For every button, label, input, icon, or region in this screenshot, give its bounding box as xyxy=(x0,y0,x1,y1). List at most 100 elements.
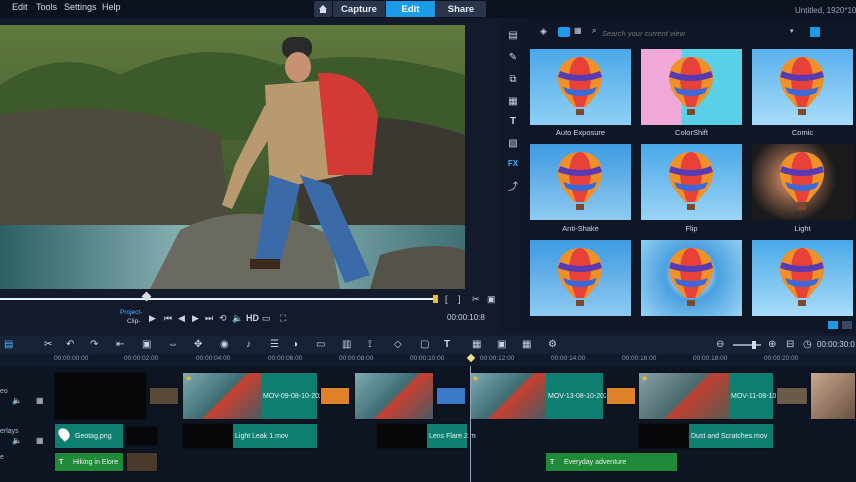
graphics-icon[interactable]: ▦ xyxy=(506,94,520,108)
timeline-ruler[interactable]: 00:00:00:00 00:00:02:00 00:00:04:00 00:0… xyxy=(0,353,856,366)
overlay-grid-icon[interactable]: ▦ xyxy=(36,436,44,445)
zoom-slider-thumb[interactable] xyxy=(752,341,756,349)
blend-icon[interactable]: ◑ xyxy=(292,339,298,350)
transition-clip[interactable] xyxy=(776,387,808,405)
fx-icon[interactable]: FX xyxy=(506,156,520,170)
menu-settings[interactable]: Settings xyxy=(64,2,97,12)
overlay-clip[interactable]: Lens Flare 2.m xyxy=(376,423,476,449)
library-panel-icon[interactable] xyxy=(828,321,838,329)
track-icon[interactable]: ▢ xyxy=(420,339,429,350)
overlay-clip[interactable]: Dust and Scratches.mov xyxy=(638,423,774,449)
overlay-audio-icon[interactable]: 🔈 xyxy=(12,436,22,445)
effect-thumbnail[interactable] xyxy=(752,240,853,316)
next-frame-icon[interactable]: ▶ xyxy=(192,313,199,324)
tools-icon[interactable]: ✂ xyxy=(44,339,52,350)
video-clip[interactable] xyxy=(354,372,434,420)
zoom-out-icon[interactable]: ⊖ xyxy=(716,339,724,350)
effect-thumbnail[interactable] xyxy=(641,49,742,125)
track-audio-icon[interactable]: 🔈 xyxy=(12,396,22,405)
multicam-icon[interactable]: ▥ xyxy=(342,339,351,350)
subtitle-icon[interactable]: ▭ xyxy=(316,339,325,350)
overlay-clip[interactable]: Light Leak 1.mov xyxy=(182,423,318,449)
transition-icon[interactable]: ⧉ xyxy=(506,72,520,86)
menu-edit[interactable]: Edit xyxy=(12,2,28,12)
trim-marker[interactable] xyxy=(433,295,438,303)
menu-tools[interactable]: Tools xyxy=(36,2,57,12)
transition-clip[interactable] xyxy=(436,387,466,405)
effect-thumbnail[interactable] xyxy=(641,144,742,220)
overlay-clip[interactable]: Geotag.png xyxy=(54,423,124,449)
library-search-input[interactable] xyxy=(602,26,798,40)
fullscreen-icon[interactable]: ⛶ xyxy=(280,313,286,324)
effect-thumbnail[interactable] xyxy=(641,240,742,316)
tab-edit[interactable]: Edit xyxy=(386,1,435,17)
mark-in-icon[interactable]: [ xyxy=(445,294,448,304)
prev-frame-icon[interactable]: ◀ xyxy=(178,313,185,324)
timeline-view-icon[interactable]: ▤ xyxy=(4,339,13,350)
view-toggle-icon[interactable] xyxy=(558,27,570,37)
mask-icon[interactable]: ◇ xyxy=(394,339,402,350)
tab-share[interactable]: Share xyxy=(436,1,486,17)
filter-icon[interactable]: ▧ xyxy=(506,136,520,150)
overlay-clip-black[interactable] xyxy=(126,426,158,446)
audio-icon[interactable]: ♪ xyxy=(246,339,251,350)
title-clip[interactable]: T Hiking in Elore xyxy=(54,452,124,472)
crop-icon[interactable]: ▣ xyxy=(142,339,151,350)
play-icon[interactable]: ▶ xyxy=(149,313,156,324)
title-clip[interactable]: T Everyday adventure xyxy=(545,452,678,472)
library-filter-icon[interactable]: ◈ xyxy=(540,26,547,37)
transition-clip[interactable] xyxy=(606,387,636,405)
search-dropdown-icon[interactable]: ▾ xyxy=(790,27,794,35)
effect-thumbnail[interactable] xyxy=(530,144,631,220)
zoom-slider[interactable] xyxy=(733,344,761,346)
video-clip-black[interactable] xyxy=(54,372,147,420)
volume-icon[interactable]: 🔈 xyxy=(232,313,243,324)
motion-icon[interactable]: ⟟ xyxy=(368,339,372,350)
home-button[interactable] xyxy=(314,1,332,17)
transition-clip[interactable] xyxy=(149,387,179,405)
video-clip[interactable] xyxy=(810,372,856,420)
hd-toggle[interactable]: HD xyxy=(246,313,259,323)
zoom-in-icon[interactable]: ⊕ xyxy=(768,339,776,350)
transition-clip[interactable] xyxy=(320,387,350,405)
trim-icon[interactable]: ⇤ xyxy=(116,339,124,350)
library-view-icon[interactable] xyxy=(810,27,820,37)
end-icon[interactable]: ⏭ xyxy=(205,313,213,324)
fit-timeline-icon[interactable]: ⊟ xyxy=(786,339,794,350)
stretch-icon[interactable]: ⇔ xyxy=(168,339,178,350)
panel-icon[interactable]: ▣ xyxy=(497,339,506,350)
effect-thumbnail[interactable] xyxy=(530,49,631,125)
effect-thumbnail[interactable] xyxy=(752,49,853,125)
move-icon[interactable]: ✥ xyxy=(194,339,202,350)
title-icon[interactable]: T xyxy=(506,114,520,128)
mixer-icon[interactable]: ☰ xyxy=(270,339,279,350)
split-icon[interactable]: ✂ xyxy=(472,294,480,305)
clip-mode-label[interactable]: Clip- xyxy=(127,318,140,325)
fit-icon[interactable]: ▦ xyxy=(472,339,481,350)
media-icon[interactable]: ▤ xyxy=(506,28,520,42)
video-clip[interactable]: ★ MOV-09-08-10-2020. xyxy=(182,372,329,420)
timeline-playhead[interactable] xyxy=(466,353,476,363)
repeat-icon[interactable]: ⟲ xyxy=(219,313,227,324)
text-tool-icon[interactable]: T xyxy=(444,339,450,350)
instant-project-icon[interactable]: ✎ xyxy=(506,50,520,64)
record-icon[interactable]: ◉ xyxy=(220,339,229,350)
track-grid-icon[interactable]: ▦ xyxy=(36,396,44,405)
motion-path-icon[interactable]: ⤴ xyxy=(506,178,520,193)
timeline-timecode[interactable]: 00:00:30:0 xyxy=(817,340,855,349)
player-timecode[interactable]: 00:00:10:8 xyxy=(447,313,485,322)
preview-window[interactable] xyxy=(0,25,465,289)
library-panel-icon-2[interactable] xyxy=(842,321,852,329)
home-start-icon[interactable]: ⏮ xyxy=(164,313,172,324)
project-mode-label[interactable]: Project- xyxy=(120,309,142,316)
mark-out-icon[interactable]: ] xyxy=(458,294,461,304)
grid-icon[interactable]: ▦ xyxy=(522,339,531,350)
effect-thumbnail[interactable] xyxy=(530,240,631,316)
grid-size-icon[interactable]: ▦ xyxy=(574,26,582,35)
aspect-icon[interactable]: ▭ xyxy=(262,313,271,324)
menu-help[interactable]: Help xyxy=(102,2,121,12)
video-clip[interactable]: ★ MOV-13-08-10-202( xyxy=(469,372,610,420)
scrub-bar[interactable] xyxy=(0,298,436,300)
title-clip-gap[interactable] xyxy=(126,452,158,472)
redo-icon[interactable]: ↷ xyxy=(90,339,98,350)
